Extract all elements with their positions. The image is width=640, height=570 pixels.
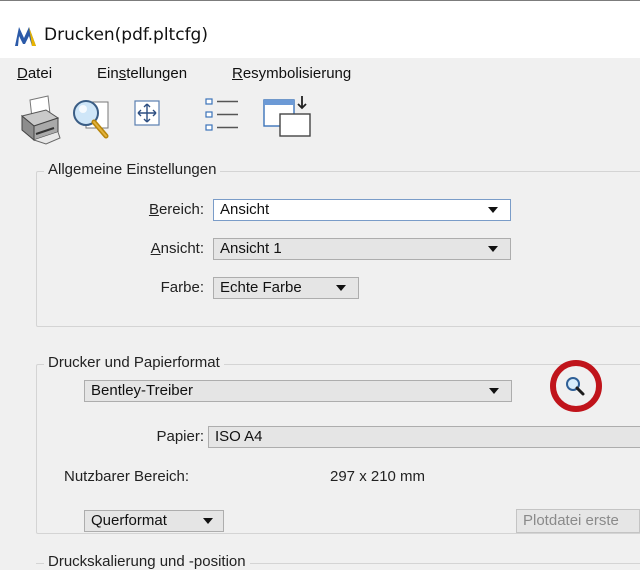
page-setup-icon[interactable] [262,94,316,140]
fit-extents-icon[interactable] [134,100,160,126]
menu-file[interactable]: Datei [17,65,52,82]
printer-driver-dropdown[interactable]: Bentley-Treiber [84,380,512,402]
toolbar [0,88,640,150]
area-label: Bereich: [148,201,204,218]
scaling-title: Druckskalierung und -position [44,553,250,570]
paper-dropdown[interactable]: ISO A4 [208,426,640,448]
view-label: Ansicht: [150,240,204,257]
area-dropdown[interactable]: Ansicht [213,199,511,221]
microstation-logo-icon [15,27,36,46]
highlight-circle [550,360,602,412]
window-title: Drucken(pdf.pltcfg) [44,25,208,45]
usable-area-label: Nutzbarer Bereich: [64,468,190,485]
chevron-down-icon [203,518,213,524]
create-plotfile-button[interactable]: Plotdatei erste [516,509,640,533]
printer-paper-title: Drucker und Papierformat [44,354,224,371]
general-settings-title: Allgemeine Einstellungen [44,161,221,178]
preview-magnifier-icon[interactable] [70,96,118,140]
paper-label: Papier: [156,428,204,445]
chevron-down-icon [488,207,498,213]
chevron-down-icon [489,388,499,394]
menu-settings[interactable]: Einstellungen [97,65,187,82]
print-dialog-window: Drucken(pdf.pltcfg) Datei Einstellungen … [0,0,640,570]
orientation-dropdown[interactable]: Querformat [84,510,224,532]
chevron-down-icon [336,285,346,291]
title-bar: Drucken(pdf.pltcfg) [0,0,640,59]
usable-area-value: 297 x 210 mm [330,468,426,485]
menu-bar: Datei Einstellungen Resymbolisierung [0,58,640,88]
view-dropdown[interactable]: Ansicht 1 [213,238,511,260]
color-dropdown[interactable]: Echte Farbe [213,277,359,299]
list-icon[interactable] [204,96,240,134]
color-label: Farbe: [160,279,204,296]
printer-icon[interactable] [16,94,62,146]
chevron-down-icon [488,246,498,252]
menu-resymbolization[interactable]: Resymbolisierung [232,65,351,82]
